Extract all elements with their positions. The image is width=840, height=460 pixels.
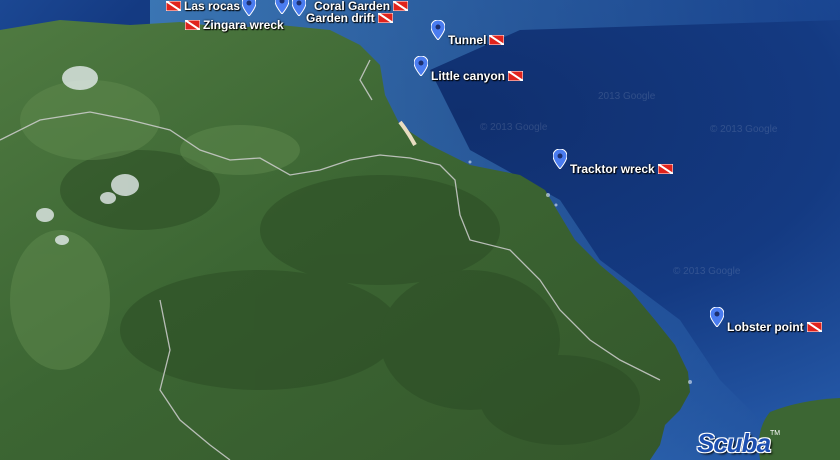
- dive-site-lobster-point[interactable]: Lobster point: [710, 307, 822, 334]
- dive-site-tracktor-wreck[interactable]: Tracktor wreck: [553, 149, 673, 176]
- dive-flag-icon: [489, 35, 505, 45]
- dive-site-label: Zingara wreck: [203, 18, 284, 32]
- dive-site-label: Tracktor wreck: [570, 162, 655, 176]
- dive-flag-icon: [393, 1, 409, 11]
- dive-site-little-canyon[interactable]: Little canyon: [414, 56, 524, 83]
- dive-site-garden-drift[interactable]: Garden drift: [303, 11, 393, 25]
- map-watermark: © 2013 Google: [480, 122, 548, 133]
- map-pin-icon[interactable]: [275, 0, 289, 14]
- map-pin-icon[interactable]: [553, 149, 567, 169]
- dive-flag-icon: [806, 322, 822, 332]
- map-watermark: 2013 Google: [598, 91, 656, 102]
- map-pin-icon[interactable]: [431, 20, 445, 40]
- dive-site-label: Tunnel: [448, 33, 487, 47]
- map-watermark: © 2013 Google: [710, 124, 778, 135]
- scuba-logo: Scuba: [697, 428, 771, 458]
- dive-flag-icon: [657, 164, 673, 174]
- map-pin-icon[interactable]: [414, 56, 428, 76]
- map-watermark: © 2013 Google: [673, 266, 741, 277]
- dive-site-map[interactable]: 2013 Google © 2013 Google © 2013 Google …: [0, 0, 840, 460]
- dive-site-las-rocas[interactable]: Las rocas: [166, 0, 257, 16]
- dive-site-label: Las rocas: [184, 0, 241, 13]
- dive-flag-icon: [377, 13, 393, 23]
- map-pin-icon[interactable]: [242, 0, 257, 16]
- dive-site-zingara-wreck[interactable]: Zingara wreck: [185, 18, 284, 32]
- dive-flag-icon: [508, 71, 524, 81]
- logo-trademark: TM: [770, 430, 781, 437]
- map-pin-icon[interactable]: [710, 307, 724, 327]
- dive-site-label: Lobster point: [727, 320, 804, 334]
- dive-site-label: Little canyon: [431, 69, 506, 83]
- dive-flag-icon: [166, 1, 181, 11]
- dive-flag-icon: [185, 20, 200, 30]
- dive-site-tunnel[interactable]: Tunnel: [431, 20, 505, 47]
- dive-site-label: Garden drift: [306, 11, 375, 25]
